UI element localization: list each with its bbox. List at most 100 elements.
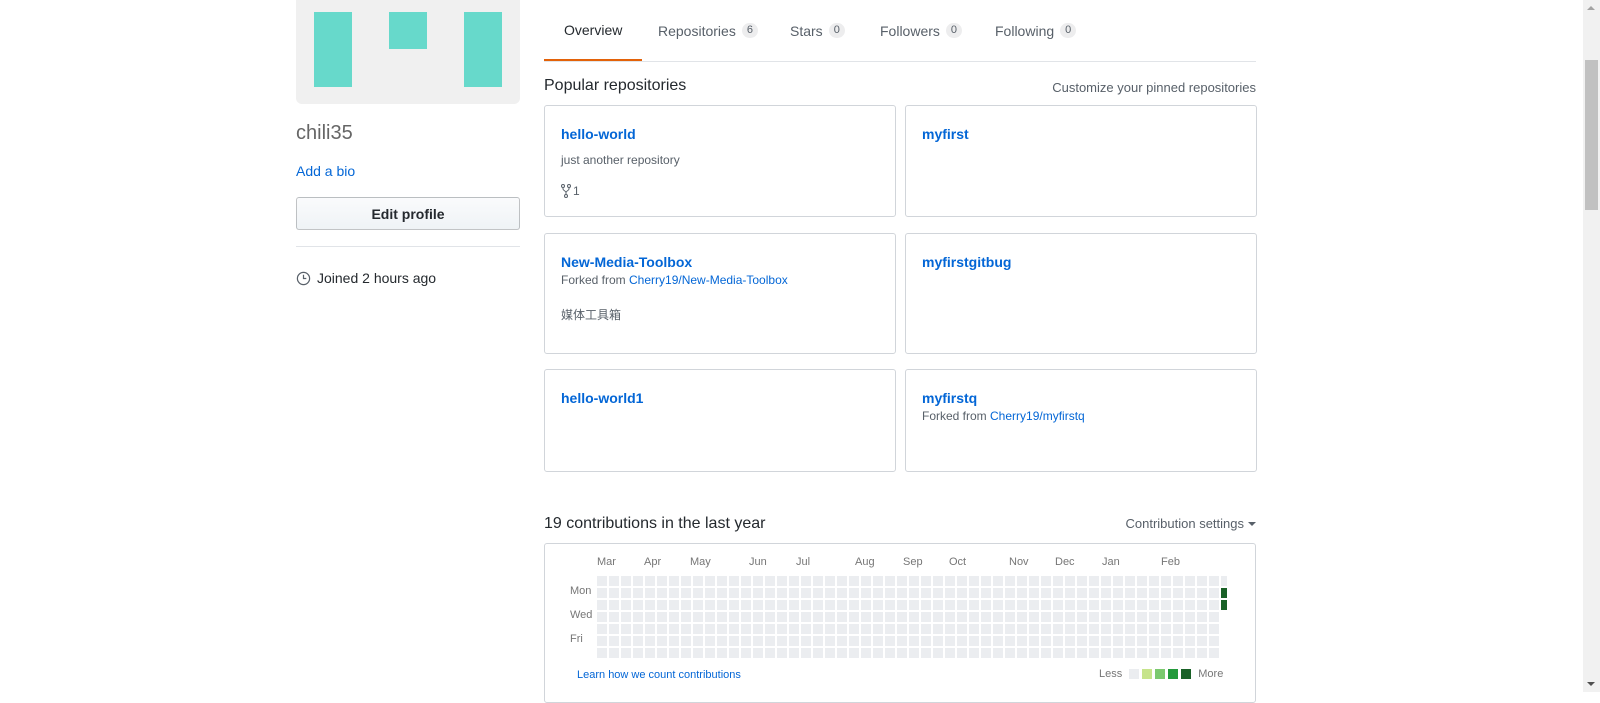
tab-followers[interactable]: Followers 0 — [880, 0, 963, 61]
contribution-day[interactable] — [837, 600, 847, 610]
contribution-day[interactable] — [729, 612, 739, 622]
contribution-day[interactable] — [897, 648, 907, 658]
contribution-day[interactable] — [657, 588, 667, 598]
contribution-day[interactable] — [609, 648, 619, 658]
contribution-day[interactable] — [1149, 624, 1159, 634]
contribution-day[interactable] — [957, 576, 967, 586]
contribution-day[interactable] — [957, 600, 967, 610]
contribution-day[interactable] — [969, 648, 979, 658]
contribution-day[interactable] — [1053, 576, 1063, 586]
contribution-day[interactable] — [921, 576, 931, 586]
contribution-day[interactable] — [693, 612, 703, 622]
contribution-day[interactable] — [645, 624, 655, 634]
contribution-day[interactable] — [897, 600, 907, 610]
contribution-day[interactable] — [597, 636, 607, 646]
contribution-day[interactable] — [825, 576, 835, 586]
contribution-day[interactable] — [1209, 648, 1219, 658]
contribution-day[interactable] — [801, 588, 811, 598]
contribution-day[interactable] — [801, 636, 811, 646]
contribution-day[interactable] — [753, 636, 763, 646]
avatar[interactable] — [296, 0, 520, 104]
contribution-day[interactable] — [1185, 648, 1195, 658]
contribution-day[interactable] — [1077, 648, 1087, 658]
contribution-day[interactable] — [657, 600, 667, 610]
contribution-day[interactable] — [645, 636, 655, 646]
contribution-day[interactable] — [921, 600, 931, 610]
contribution-day[interactable] — [909, 612, 919, 622]
contribution-day[interactable] — [693, 600, 703, 610]
contribution-day[interactable] — [1005, 648, 1015, 658]
contribution-day[interactable] — [729, 600, 739, 610]
contribution-day[interactable] — [1065, 588, 1075, 598]
contribution-day[interactable] — [1065, 612, 1075, 622]
contribution-day[interactable] — [777, 576, 787, 586]
contribution-day[interactable] — [1173, 576, 1183, 586]
contribution-day[interactable] — [1029, 636, 1039, 646]
contribution-day[interactable] — [1161, 576, 1171, 586]
forked-from-link[interactable]: Cherry19/New-Media-Toolbox — [629, 273, 788, 287]
contribution-day[interactable] — [897, 588, 907, 598]
contribution-day[interactable] — [909, 576, 919, 586]
contribution-day[interactable] — [1221, 600, 1227, 610]
contribution-day[interactable] — [621, 576, 631, 586]
contribution-day[interactable] — [993, 588, 1003, 598]
contribution-day[interactable] — [861, 600, 871, 610]
contribution-day[interactable] — [669, 576, 679, 586]
contribution-day[interactable] — [633, 624, 643, 634]
contribution-day[interactable] — [1089, 576, 1099, 586]
contribution-day[interactable] — [1125, 612, 1135, 622]
contribution-day[interactable] — [705, 588, 715, 598]
contribution-day[interactable] — [1197, 624, 1207, 634]
contribution-day[interactable] — [945, 612, 955, 622]
contribution-day[interactable] — [657, 636, 667, 646]
repo-name-link[interactable]: myfirstq — [922, 390, 977, 406]
contribution-day[interactable] — [981, 624, 991, 634]
contribution-day[interactable] — [993, 600, 1003, 610]
scroll-down-arrow-icon[interactable] — [1587, 682, 1595, 686]
contribution-day[interactable] — [681, 648, 691, 658]
contribution-day[interactable] — [873, 636, 883, 646]
contribution-day[interactable] — [765, 600, 775, 610]
contribution-day[interactable] — [777, 600, 787, 610]
contribution-day[interactable] — [1125, 600, 1135, 610]
contribution-day[interactable] — [1101, 648, 1111, 658]
contribution-day[interactable] — [945, 600, 955, 610]
contribution-day[interactable] — [1149, 600, 1159, 610]
contribution-day[interactable] — [609, 588, 619, 598]
contribution-day[interactable] — [921, 636, 931, 646]
contribution-day[interactable] — [873, 612, 883, 622]
edit-profile-button[interactable]: Edit profile — [296, 197, 520, 230]
contribution-day[interactable] — [1077, 624, 1087, 634]
contribution-day[interactable] — [1053, 588, 1063, 598]
contribution-day[interactable] — [1053, 600, 1063, 610]
contribution-day[interactable] — [861, 588, 871, 598]
contribution-day[interactable] — [1149, 576, 1159, 586]
contribution-day[interactable] — [609, 636, 619, 646]
contribution-day[interactable] — [945, 624, 955, 634]
contribution-day[interactable] — [1137, 612, 1147, 622]
contribution-day[interactable] — [837, 648, 847, 658]
contribution-day[interactable] — [801, 600, 811, 610]
contribution-day[interactable] — [909, 588, 919, 598]
contribution-day[interactable] — [609, 576, 619, 586]
contribution-day[interactable] — [861, 624, 871, 634]
contribution-day[interactable] — [753, 576, 763, 586]
scrollbar-thumb[interactable] — [1585, 60, 1598, 210]
contribution-day[interactable] — [801, 576, 811, 586]
contribution-day[interactable] — [1017, 600, 1027, 610]
contribution-day[interactable] — [1161, 588, 1171, 598]
contribution-day[interactable] — [825, 624, 835, 634]
contribution-day[interactable] — [813, 612, 823, 622]
contribution-day[interactable] — [1005, 576, 1015, 586]
contribution-day[interactable] — [813, 636, 823, 646]
contribution-day[interactable] — [1125, 624, 1135, 634]
contribution-day[interactable] — [1173, 600, 1183, 610]
contribution-day[interactable] — [909, 648, 919, 658]
contribution-day[interactable] — [597, 576, 607, 586]
contribution-day[interactable] — [1149, 588, 1159, 598]
contribution-day[interactable] — [1017, 576, 1027, 586]
contribution-day[interactable] — [1221, 588, 1227, 598]
contribution-day[interactable] — [1041, 648, 1051, 658]
contribution-day[interactable] — [693, 576, 703, 586]
contribution-day[interactable] — [633, 612, 643, 622]
